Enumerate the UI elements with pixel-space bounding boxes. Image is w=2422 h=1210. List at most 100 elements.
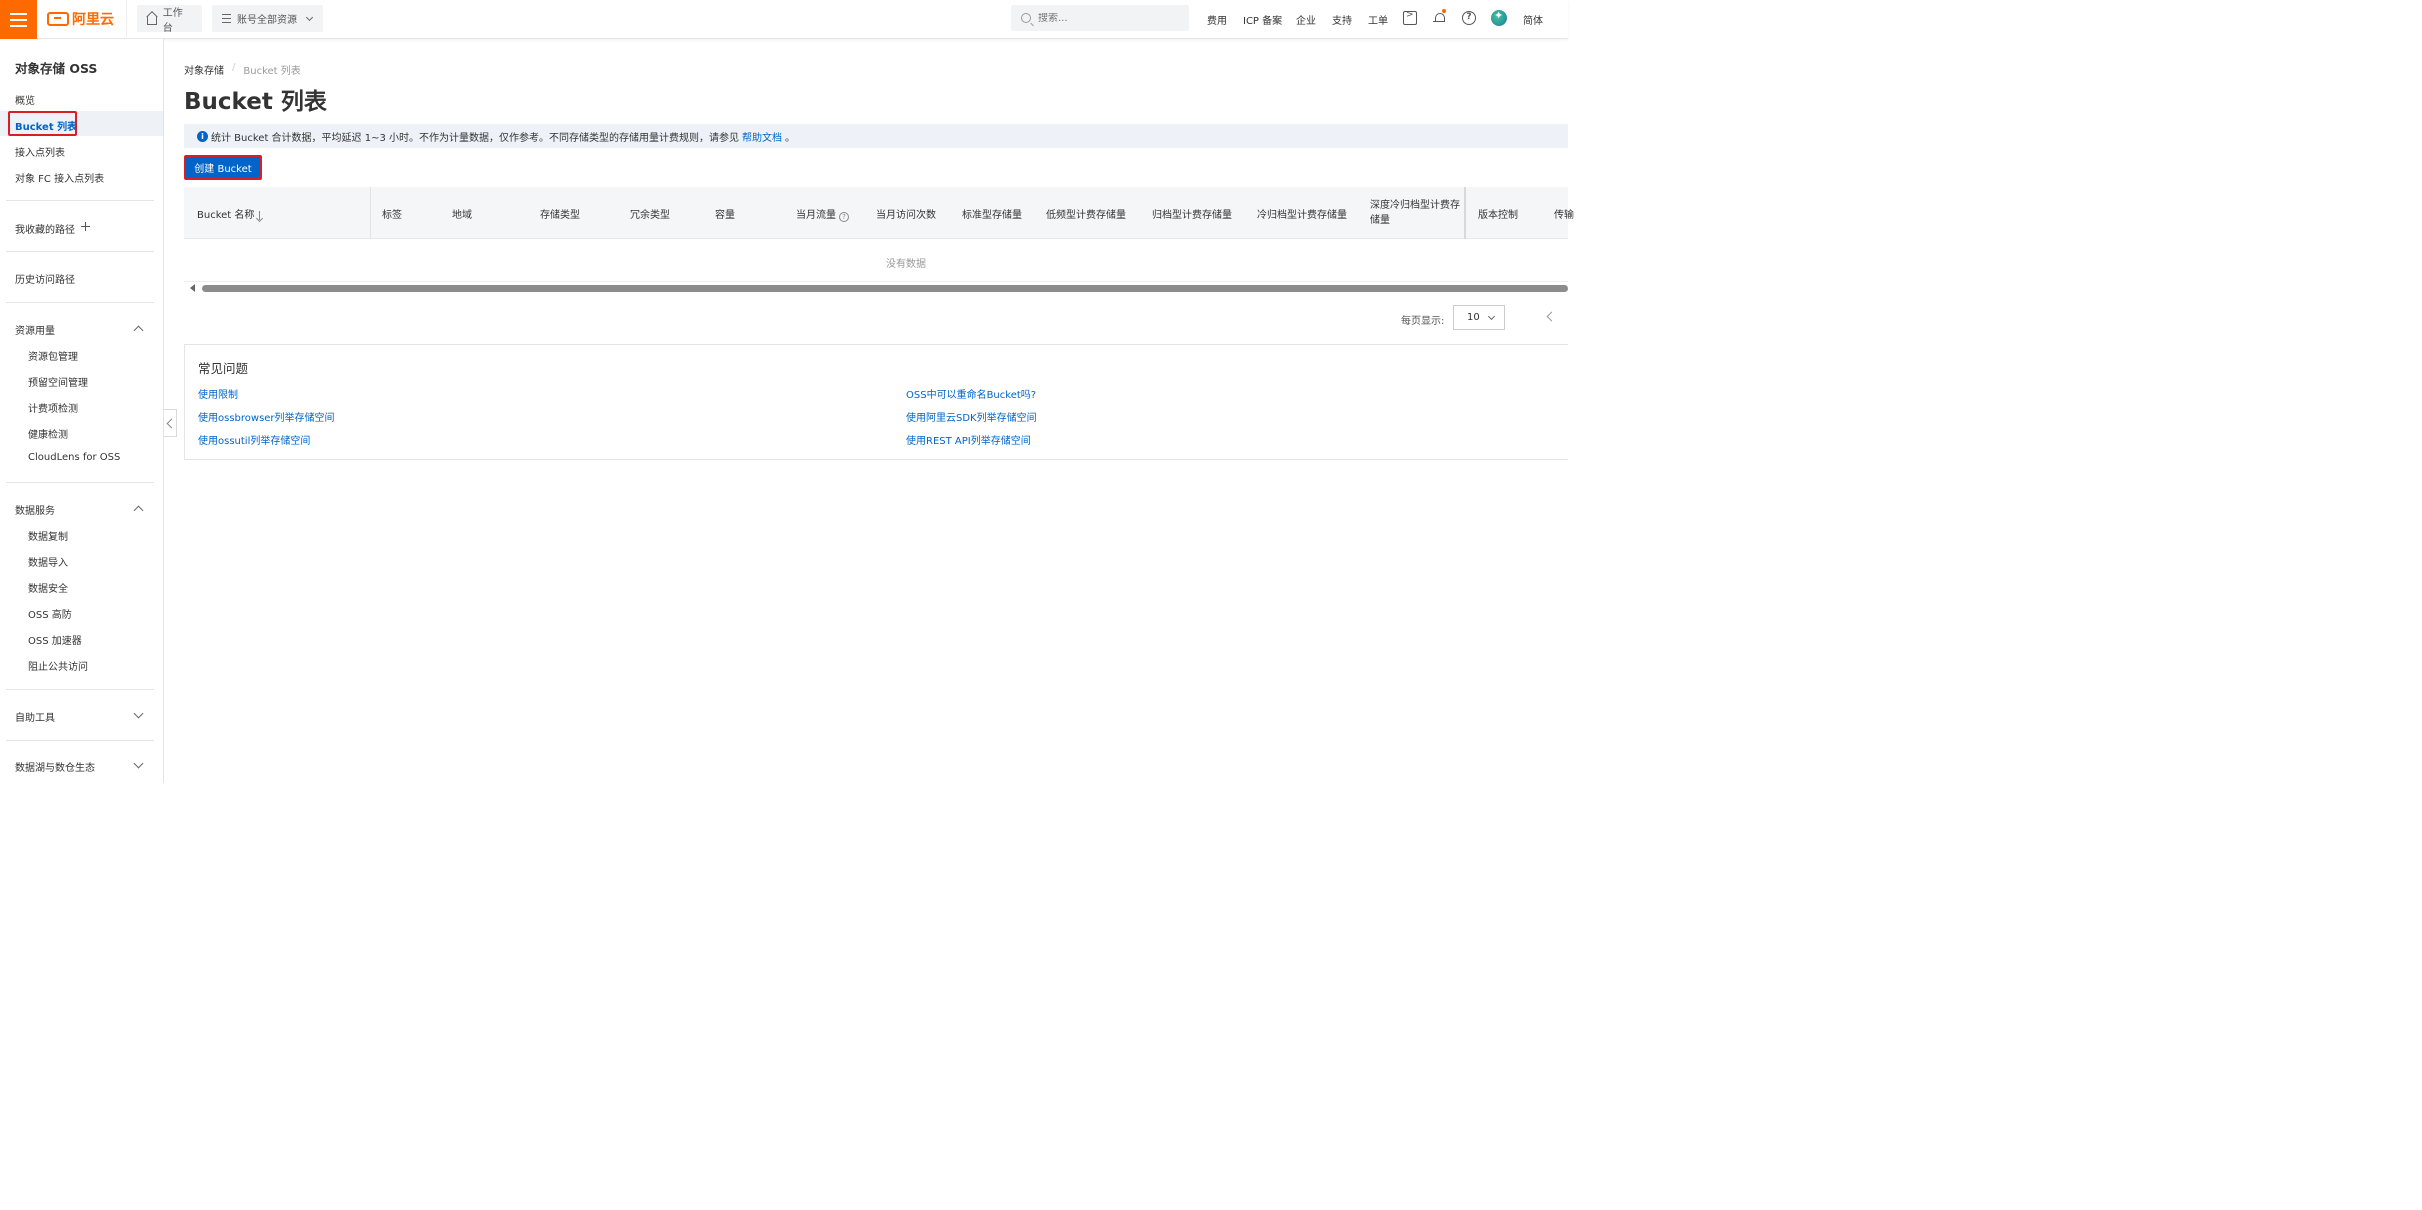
sidebar-item-history[interactable]: 历史访问路径: [15, 271, 75, 286]
page-size-select[interactable]: 10: [1453, 305, 1505, 330]
breadcrumb: 对象存储 / Bucket 列表: [184, 62, 301, 77]
sidebar-item-fc-access-points[interactable]: 对象 FC 接入点列表: [15, 170, 104, 185]
notice-text: 统计 Bucket 合计数据，平均延迟 1~3 小时。不作为计量数据，仅作参考。…: [211, 132, 740, 144]
sidebar-item-oss-accelerator[interactable]: OSS 加速器: [28, 632, 82, 647]
workbench-label: 工作台: [162, 7, 183, 34]
sidebar-divider: [6, 200, 154, 201]
faq-link-limits[interactable]: 使用限制: [198, 386, 238, 401]
language-switch[interactable]: 简体: [1523, 12, 1543, 27]
sidebar-item-reserved-capacity[interactable]: 预留空间管理: [28, 374, 88, 389]
resource-selector-label: 账号全部资源: [237, 15, 297, 26]
sidebar-item-access-points[interactable]: 接入点列表: [15, 144, 65, 159]
add-favorite-icon[interactable]: [81, 222, 90, 231]
chevron-down-icon[interactable]: [133, 758, 144, 769]
top-link-billing[interactable]: 费用: [1207, 12, 1227, 27]
logo-divider: [126, 0, 127, 39]
chevron-up-icon[interactable]: [133, 325, 144, 336]
sidebar-item-data-import[interactable]: 数据导入: [28, 554, 68, 569]
sidebar-divider: [6, 740, 154, 741]
sidebar-collapse-button[interactable]: [164, 409, 177, 437]
column-divider: [370, 187, 371, 239]
previous-page-icon[interactable]: [1546, 311, 1557, 322]
sidebar-divider: [6, 482, 154, 483]
top-link-enterprise[interactable]: 企业: [1296, 12, 1316, 27]
column-header-monthly-traffic: 当月流量?: [796, 206, 849, 222]
sidebar-item-health-check[interactable]: 健康检测: [28, 426, 68, 441]
scroll-left-arrow-icon[interactable]: [190, 284, 195, 292]
home-icon: [147, 15, 157, 25]
info-icon: i: [197, 130, 208, 142]
fixed-column-divider: [1464, 187, 1466, 239]
sidebar-item-block-public-access[interactable]: 阻止公共访问: [28, 658, 88, 673]
top-link-ticket[interactable]: 工单: [1368, 12, 1388, 27]
faq-link-ossutil[interactable]: 使用ossutil列举存储空间: [198, 432, 310, 447]
avatar[interactable]: [1491, 9, 1507, 26]
sidebar-title: 对象存储 OSS: [15, 61, 98, 76]
column-label: Bucket 名称: [197, 210, 255, 221]
search-icon: [1021, 13, 1031, 23]
sidebar-divider: [6, 302, 154, 303]
horizontal-scrollbar[interactable]: [202, 285, 1568, 292]
bell-icon[interactable]: [1433, 9, 1447, 25]
list-icon: [222, 14, 231, 23]
column-header-ia-storage: 低频型计费存储量: [1046, 210, 1126, 221]
hamburger-menu-icon[interactable]: [0, 0, 37, 39]
sidebar-group-self-tools[interactable]: 自助工具: [15, 709, 55, 724]
sidebar-group-data-lake[interactable]: 数据湖与数仓生态: [15, 759, 95, 774]
notification-dot: [1442, 9, 1446, 13]
column-header-storage-class: 存储类型: [540, 210, 580, 221]
faq-link-sdk[interactable]: 使用阿里云SDK列举存储空间: [906, 409, 1037, 424]
breadcrumb-separator: /: [232, 62, 236, 73]
column-header-deep-cold-archive: 深度冷归档型计费存储量: [1370, 200, 1460, 226]
info-notice: i 统计 Bucket 合计数据，平均延迟 1~3 小时。不作为计量数据，仅作参…: [184, 124, 1568, 148]
page-size-value: 10: [1467, 312, 1480, 323]
faq-panel: 常见问题 使用限制 使用ossbrowser列举存储空间 使用ossutil列举…: [184, 344, 1568, 460]
sidebar-divider: [6, 251, 154, 252]
column-header-monthly-requests: 当月访问次数: [876, 210, 936, 221]
page-size-label: 每页显示:: [1401, 316, 1445, 327]
column-header-bucket-name[interactable]: Bucket 名称: [197, 206, 263, 221]
highlight-box-bucket-list: [8, 111, 77, 136]
notice-end: 。: [785, 132, 796, 144]
sidebar-divider: [6, 689, 154, 690]
column-header-cold-archive-storage: 冷归档型计费存储量: [1257, 210, 1347, 221]
top-link-icp[interactable]: ICP 备案: [1243, 12, 1282, 27]
sidebar-group-resource-usage[interactable]: 资源用量: [15, 322, 55, 337]
help-icon[interactable]: ?: [839, 212, 849, 222]
faq-link-rest-api[interactable]: 使用REST API列举存储空间: [906, 432, 1031, 447]
sidebar-item-favorites[interactable]: 我收藏的路径: [15, 221, 75, 236]
global-search[interactable]: [1011, 5, 1189, 31]
faq-link-ossbrowser[interactable]: 使用ossbrowser列举存储空间: [198, 409, 335, 424]
resource-selector[interactable]: 账号全部资源: [212, 5, 323, 32]
sidebar-item-resource-packages[interactable]: 资源包管理: [28, 348, 78, 363]
chevron-down-icon: [1487, 312, 1496, 321]
sidebar-item-oss-ddos[interactable]: OSS 高防: [28, 606, 72, 621]
workbench-button[interactable]: 工作台: [137, 5, 202, 34]
chevron-down-icon: [305, 13, 314, 21]
sidebar-item-billing-check[interactable]: 计费项检测: [28, 400, 78, 415]
faq-link-rename-bucket[interactable]: OSS中可以重命名Bucket吗?: [906, 386, 1036, 401]
sidebar-group-data-services[interactable]: 数据服务: [15, 502, 55, 517]
terminal-icon[interactable]: [1403, 10, 1417, 25]
column-header-archive-storage: 归档型计费存储量: [1152, 210, 1232, 221]
column-header-capacity: 容量: [715, 210, 735, 221]
aliyun-logo[interactable]: 阿里云: [47, 9, 114, 29]
help-icon[interactable]: ?: [1462, 11, 1476, 25]
top-link-support[interactable]: 支持: [1332, 12, 1352, 27]
sidebar-item-data-replication[interactable]: 数据复制: [28, 528, 68, 543]
chevron-up-icon[interactable]: [133, 505, 144, 516]
empty-state-text: 没有数据: [886, 259, 926, 270]
search-input[interactable]: [1038, 12, 1178, 24]
faq-title: 常见问题: [198, 361, 249, 376]
chevron-down-icon[interactable]: [133, 708, 144, 719]
highlight-box-create-bucket: [184, 155, 262, 180]
bucket-table-header: Bucket 名称 标签 地域 存储类型 冗余类型 容量 当月流量? 当月访问次…: [184, 187, 1574, 239]
sidebar-item-overview[interactable]: 概览: [15, 92, 35, 107]
brand-name: 阿里云: [72, 12, 114, 28]
top-navbar: 阿里云 工作台 账号全部资源 费用 ICP 备案 企业 支持 工单 ? 简体: [0, 0, 1568, 39]
sidebar-item-cloudlens[interactable]: CloudLens for OSS: [28, 452, 120, 463]
sidebar-item-data-security[interactable]: 数据安全: [28, 580, 68, 595]
sort-icon[interactable]: [257, 211, 263, 220]
help-doc-link[interactable]: 帮助文档: [742, 129, 782, 144]
breadcrumb-item-oss[interactable]: 对象存储: [184, 62, 224, 77]
